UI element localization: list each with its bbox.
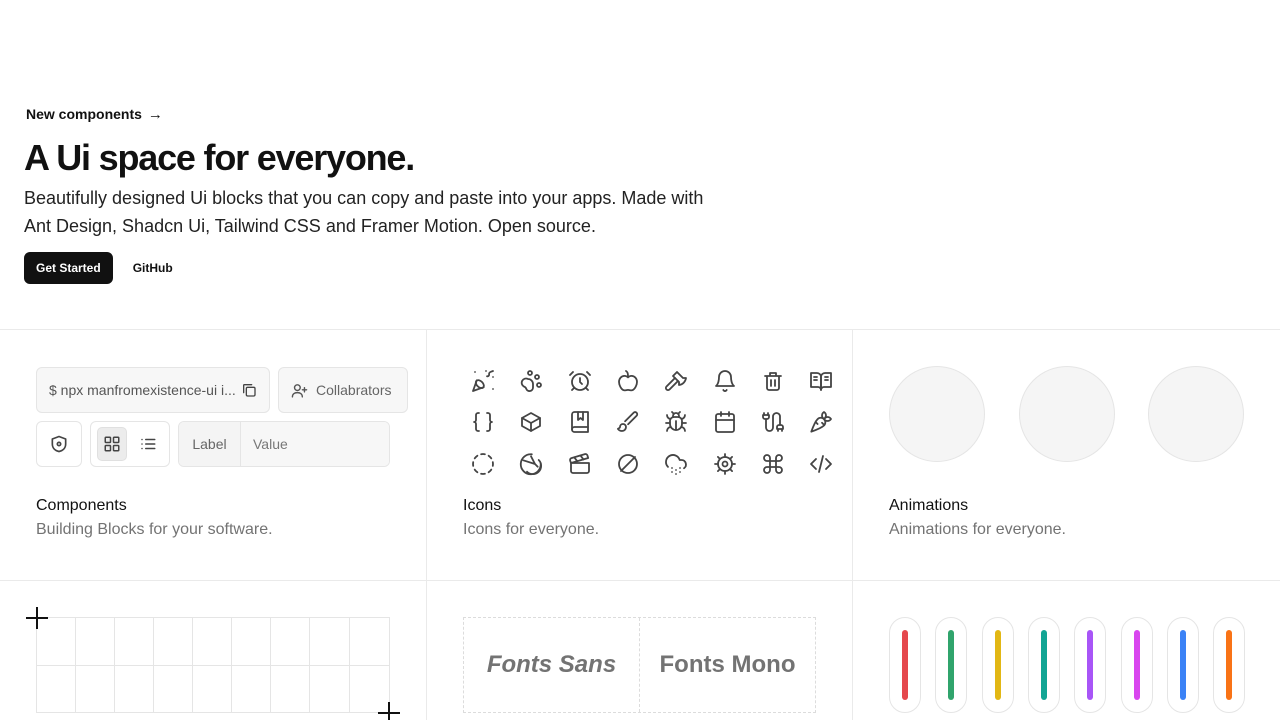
code-icon [797, 443, 845, 485]
apple-icon [604, 360, 652, 402]
new-components-label: New components [26, 106, 142, 122]
circle-dashed-icon [459, 443, 507, 485]
view-toggle [90, 421, 170, 467]
command-icon [749, 443, 797, 485]
bug-icon [652, 402, 700, 444]
color-pill [935, 617, 968, 713]
hero-actions: Get Started GitHub [24, 251, 724, 284]
collaborators-label: Collabrators [316, 382, 392, 398]
color-bar [902, 630, 908, 700]
citrus-icon [507, 443, 555, 485]
field-value-input[interactable]: Value [241, 422, 389, 466]
bookmark-book-icon [556, 402, 604, 444]
color-bar [994, 630, 1001, 700]
braces-icon [459, 402, 507, 444]
plus-icon [378, 702, 400, 720]
list-view-toggle[interactable] [133, 427, 163, 461]
get-started-button[interactable]: Get Started [24, 251, 113, 284]
hero-description: Beautifully designed Ui blocks that you … [24, 187, 704, 236]
color-pill [889, 617, 921, 713]
components-card[interactable]: $ npx manfromexistence-ui i... Collabrat… [0, 330, 427, 580]
animation-circle [1019, 366, 1115, 462]
animations-title: Animations [889, 497, 969, 514]
book-open-icon [797, 360, 845, 402]
animations-card[interactable]: Animations Animations for everyone. [853, 330, 1280, 580]
new-components-link[interactable]: New components → [26, 100, 163, 128]
icons-title: Icons [463, 497, 502, 514]
color-pill [1166, 617, 1199, 713]
grid-view-toggle[interactable] [97, 427, 128, 461]
color-pill [1074, 617, 1107, 713]
icons-card[interactable]: Icons Icons for everyone. [427, 330, 853, 580]
cloud-rain-icon [652, 443, 700, 485]
color-pill [981, 617, 1014, 713]
color-bar [1040, 630, 1047, 700]
cog-icon [700, 443, 748, 485]
animation-circle [1148, 366, 1244, 462]
github-button[interactable]: GitHub [133, 252, 173, 284]
party-popper-icon [459, 360, 507, 402]
fonts-sans-sample: Fonts Sans [464, 618, 640, 712]
color-bar [1087, 630, 1094, 700]
icons-subtitle: Icons for everyone. [463, 521, 600, 538]
collaborators-button[interactable]: Collabrators [278, 367, 408, 413]
colors-card[interactable] [853, 580, 1280, 720]
color-bar [1179, 630, 1186, 700]
brush-icon [604, 402, 652, 444]
color-bar [1133, 630, 1140, 700]
carrot-icon [797, 402, 845, 444]
install-command[interactable]: $ npx manfromexistence-ui i... [36, 367, 270, 413]
color-bar [1226, 630, 1233, 700]
circle-slash-icon [604, 443, 652, 485]
fonts-mono-sample: Fonts Mono [659, 651, 796, 678]
install-command-text: $ npx manfromexistence-ui i... [49, 382, 236, 398]
bell-icon [700, 360, 748, 402]
animations-subtitle: Animations for everyone. [889, 521, 1066, 538]
fonts-card[interactable]: Fonts Sans Fonts Mono [427, 580, 853, 720]
copy-icon[interactable] [241, 382, 257, 398]
color-pill [1213, 617, 1246, 713]
list-icon [141, 438, 156, 450]
animation-circle [889, 366, 985, 462]
feature-grid: $ npx manfromexistence-ui i... Collabrat… [0, 329, 1280, 720]
calendar-icon [700, 402, 748, 444]
box-icon [507, 402, 555, 444]
components-subtitle: Building Blocks for your software. [36, 521, 273, 538]
clapperboard-icon [556, 443, 604, 485]
cable-icon [749, 402, 797, 444]
components-title: Components [36, 497, 127, 514]
color-pill [1027, 617, 1060, 713]
trash-bin-icon [749, 360, 797, 402]
color-bar [948, 630, 955, 700]
alarm-clock-icon [556, 360, 604, 402]
paw-icon [507, 360, 555, 402]
field-label: Label [179, 422, 241, 466]
shield-icon [51, 435, 67, 453]
label-value-field[interactable]: Label Value [178, 421, 390, 467]
page-title: A Ui space for everyone. [24, 137, 415, 178]
user-plus-icon [291, 383, 308, 398]
color-pill [1120, 617, 1153, 713]
grid-lines-preview [36, 617, 390, 713]
arrow-right-icon: → [147, 105, 163, 123]
grid-icon [104, 436, 120, 452]
grid-lines-card[interactable] [0, 580, 427, 720]
hero-section: New components → A Ui space for everyone… [24, 100, 724, 284]
icon-grid [459, 360, 845, 485]
fonts-preview: Fonts Sans Fonts Mono [463, 617, 816, 713]
plus-icon [26, 607, 48, 629]
axe-icon [652, 360, 700, 402]
shield-button[interactable] [36, 421, 82, 467]
